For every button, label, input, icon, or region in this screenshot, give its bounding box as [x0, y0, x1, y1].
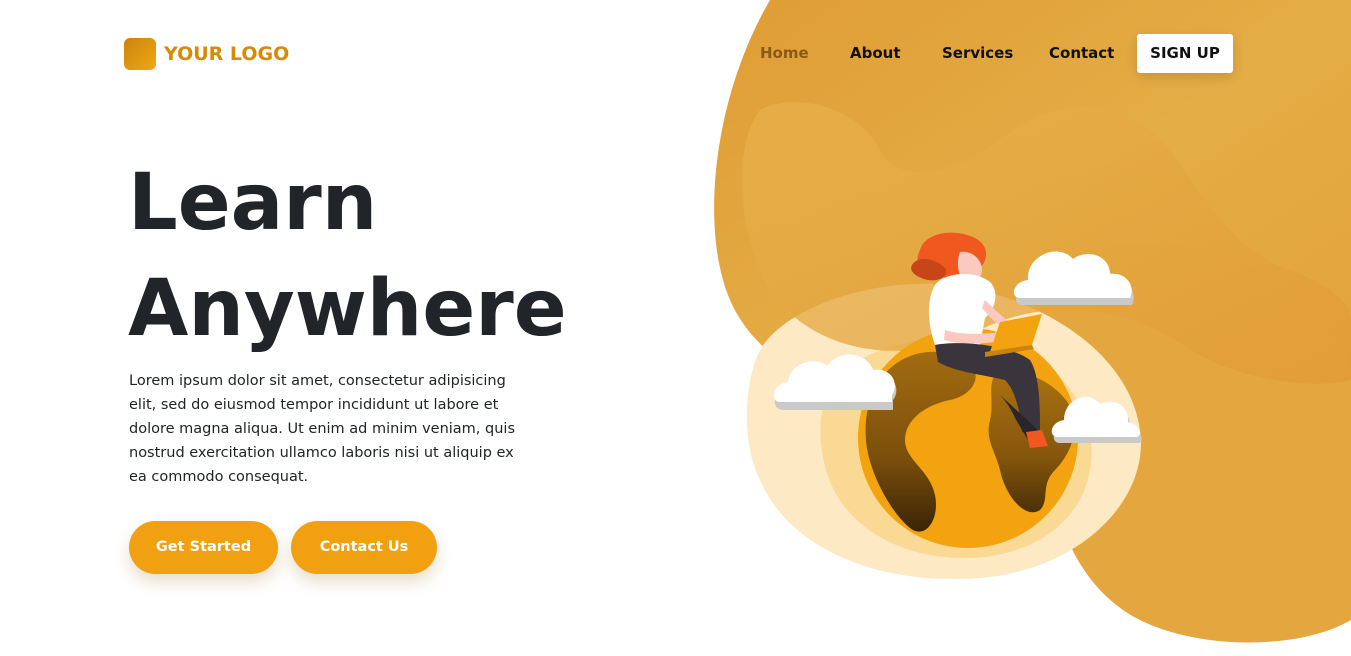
nav-home-link[interactable]: Home	[760, 34, 809, 73]
hero-description: Lorem ipsum dolor sit amet, consectetur …	[129, 373, 515, 485]
hero-title-line-1: Learn	[128, 158, 378, 248]
hero-title-line-2: Anywhere	[128, 264, 567, 354]
nav-about-link[interactable]: About	[850, 34, 901, 73]
logo-text: YOUR LOGO	[164, 43, 290, 65]
nav-services-link[interactable]: Services	[942, 34, 1013, 73]
logo[interactable]: YOUR LOGO	[124, 38, 289, 70]
hero-title: Learn Anywhere	[128, 150, 567, 362]
main-nav: Home About Services Contact SIGN UP	[740, 34, 1233, 73]
contact-us-button[interactable]: Contact Us	[291, 521, 437, 574]
landing-page: YOUR LOGO Home About Services Contact SI…	[0, 0, 1351, 656]
nav-contact-link[interactable]: Contact	[1049, 34, 1114, 73]
logo-mark-icon	[124, 38, 156, 70]
sign-up-button[interactable]: SIGN UP	[1137, 34, 1233, 73]
get-started-button[interactable]: Get Started	[129, 521, 278, 574]
